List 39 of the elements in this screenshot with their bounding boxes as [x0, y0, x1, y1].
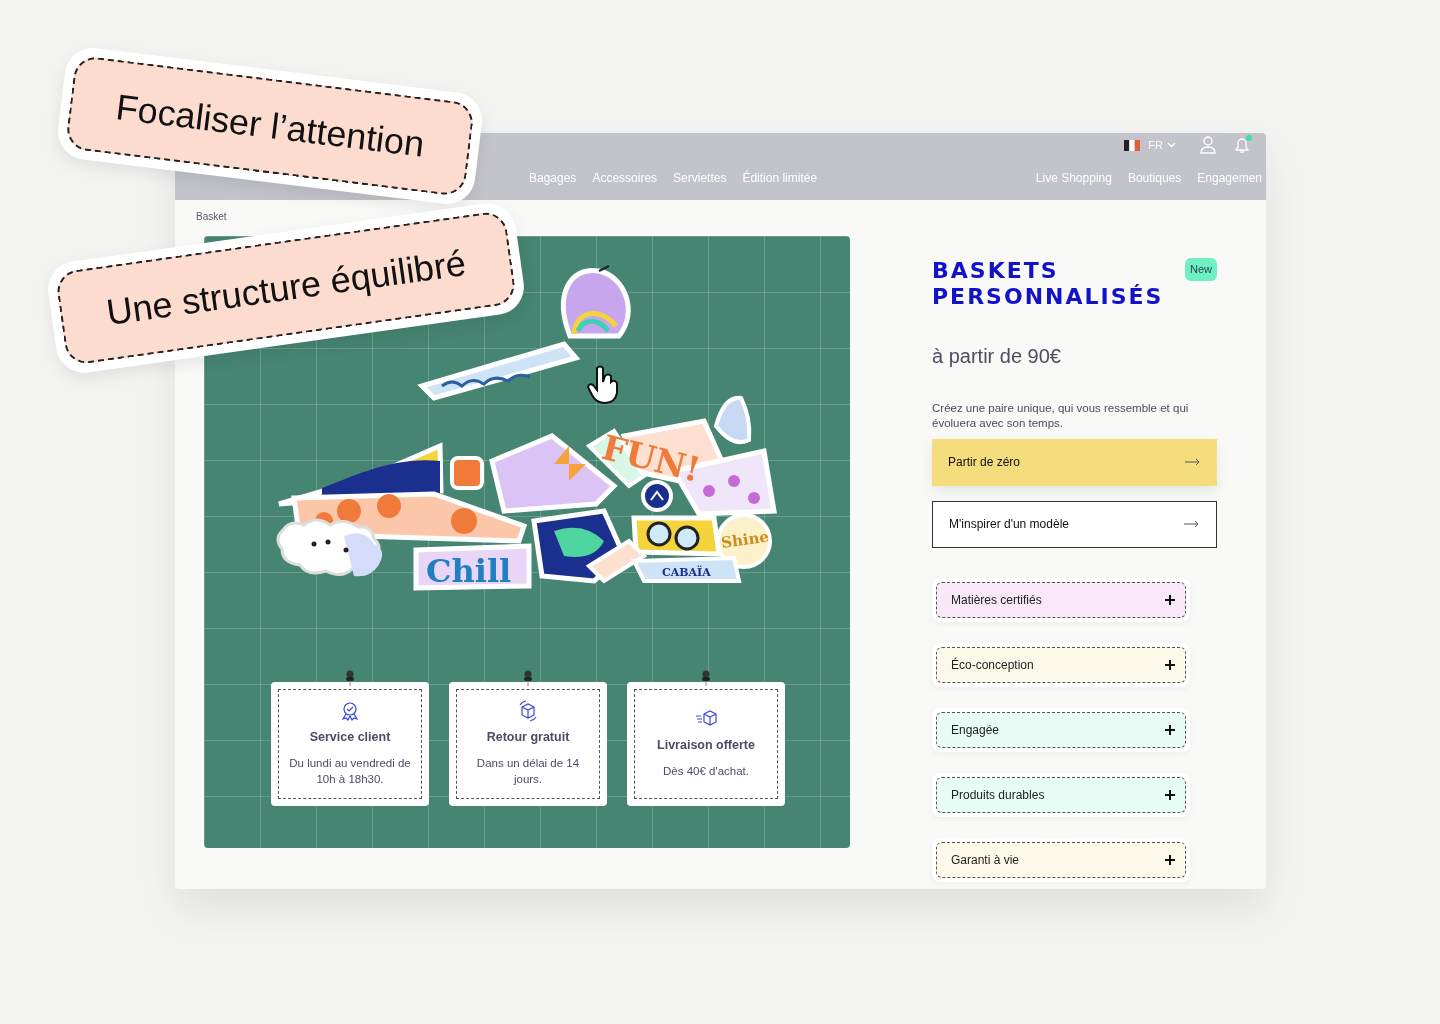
pushpin-icon [522, 670, 534, 686]
template-button[interactable]: M'inspirer d'un modèle [932, 500, 1217, 548]
pushpin-icon [700, 670, 712, 686]
accordion-item[interactable]: Matières certifiés [936, 581, 1186, 618]
info-card-title: Service client [309, 728, 391, 746]
plus-icon [1165, 594, 1175, 605]
product-price: à partir de 90€ [932, 343, 1062, 369]
product-title: BASKETS PERSONNALISÉS [932, 258, 1165, 311]
new-badge: New [1185, 258, 1217, 281]
award-ribbon-icon [339, 699, 361, 722]
sticker-label: FUN! [598, 426, 705, 490]
accordion-item[interactable]: Engagée [936, 711, 1186, 748]
info-card-text: Dès 40€ d'achat. [662, 764, 750, 780]
pushpin-icon [344, 670, 356, 686]
plus-icon [1165, 724, 1175, 735]
info-card-title: Retour gratuit [486, 728, 570, 746]
plus-icon [1165, 789, 1175, 800]
info-card-text: Du lundi au vendredi de 10h à 18h30. [288, 755, 412, 788]
accordion-item[interactable]: Éco-conception [936, 646, 1186, 683]
hand-cursor-icon [587, 364, 621, 404]
bell-icon[interactable] [1232, 135, 1254, 155]
product-description: Créez une paire unique, qui vous ressemble et qui évoluera avec son temps. [932, 400, 1190, 431]
plus-icon [1165, 659, 1175, 670]
accordion-item[interactable]: Garanti à vie [936, 841, 1186, 878]
box-arrows-icon [517, 699, 539, 722]
arrow-right-icon [1184, 520, 1200, 529]
info-card-title: Livraison offerte [657, 737, 755, 755]
arrow-right-icon [1185, 458, 1201, 467]
plus-icon [1165, 854, 1175, 865]
sticker-label: Chill [426, 552, 512, 590]
chevron-down-icon [1167, 142, 1176, 148]
info-card-text: Dans un délai de 14 jours. [475, 755, 581, 788]
flag-icon [1124, 139, 1141, 151]
accordion-item[interactable]: Produits durables [936, 776, 1186, 813]
breadcrumb-link[interactable]: Basket [196, 209, 227, 236]
user-icon[interactable] [1200, 136, 1216, 154]
sticker-label: Shine [720, 527, 770, 552]
sticker-label: CABAÏA [662, 566, 711, 579]
start-button[interactable]: Partir de zéro [932, 438, 1217, 486]
